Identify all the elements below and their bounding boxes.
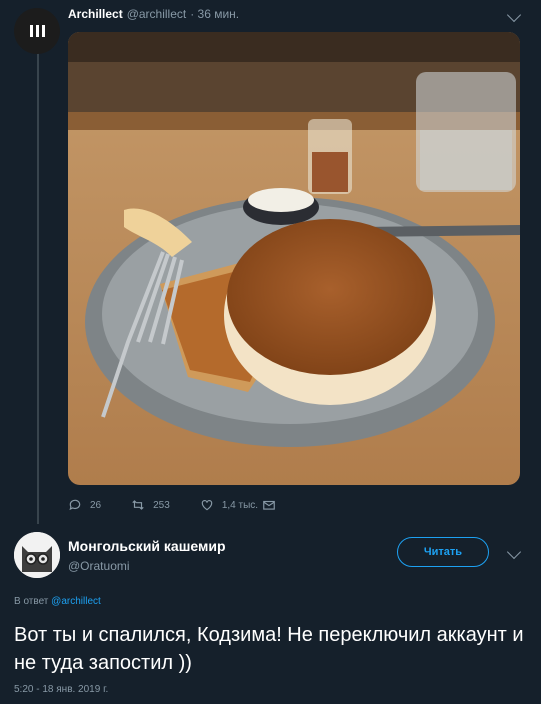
retweet-icon <box>132 500 144 510</box>
like-count: 1,4 тыс. <box>221 499 259 511</box>
tweet-photo[interactable] <box>68 32 520 485</box>
follow-button[interactable]: Читать <box>397 537 489 567</box>
reply-icon <box>69 499 81 511</box>
thread-line <box>37 48 39 524</box>
tweet1-actions: 26 253 1,4 тыс. <box>68 498 306 512</box>
reply-handle-link[interactable]: @archillect <box>51 596 101 607</box>
retweet-button[interactable]: 253 <box>131 498 170 512</box>
tweet2-author: Монгольский кашемир @Oratuomi <box>68 538 226 575</box>
like-icon <box>201 500 213 511</box>
chevron-down-icon[interactable] <box>506 7 522 23</box>
tweet-time[interactable]: · 36 мин. <box>190 7 239 21</box>
author-handle[interactable]: @Oratuomi <box>68 559 130 573</box>
reply-count: 26 <box>90 499 102 511</box>
message-button[interactable] <box>262 498 276 512</box>
message-icon <box>263 500 275 510</box>
author-handle[interactable]: @archillect <box>127 7 187 21</box>
tweet-timestamp[interactable]: 5:20 - 18 янв. 2019 г. <box>14 684 108 695</box>
reply-context: В ответ @archillect <box>14 596 101 607</box>
author-name[interactable]: Монгольский кашемир <box>68 538 226 554</box>
cat-avatar-icon <box>14 532 60 578</box>
tweet1-header: Archillect @archillect · 36 мин. <box>68 7 239 21</box>
archillect-avatar[interactable] <box>14 8 60 54</box>
reply-button[interactable]: 26 <box>68 498 101 512</box>
chevron-down-icon[interactable] <box>506 544 522 560</box>
reply-prefix: В ответ <box>14 596 49 607</box>
tweet-text: Вот ты и спалился, Кодзима! Не переключи… <box>14 624 524 674</box>
pancake-photo <box>68 32 520 485</box>
like-button[interactable]: 1,4 тыс. <box>200 498 258 512</box>
retweet-count: 253 <box>153 499 170 511</box>
author-name[interactable]: Archillect <box>68 7 123 21</box>
archillect-logo-icon <box>29 25 45 37</box>
mongol-avatar[interactable] <box>14 532 60 578</box>
